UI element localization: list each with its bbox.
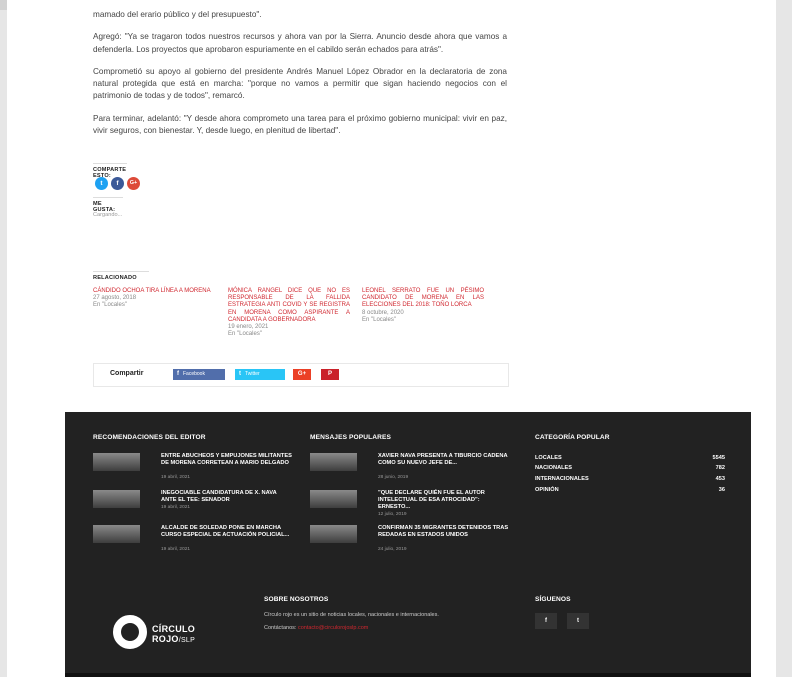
post-date: 12 julio, 2019 (378, 512, 407, 517)
post-title[interactable]: XAVIER NAVA PRESENTA A TIBURCIO CADENA C… (378, 453, 510, 467)
page: mamado del erario público y del presupue… (7, 0, 776, 677)
likes-heading: ME GUSTA: (93, 197, 123, 213)
google-share-button[interactable]: G+ (127, 177, 140, 190)
article-paragraph: Agregó: "Ya se tragaron todos nuestros r… (93, 32, 507, 54)
category-item[interactable]: OPINIÓN 36 (535, 487, 725, 497)
category-item[interactable]: NACIONALES 782 (535, 465, 725, 475)
pinterest-icon: P (327, 371, 332, 377)
contact-label: Contáctanos: (264, 624, 297, 631)
twitter-share-label: Twitter (245, 371, 260, 377)
logo-text-rojo: ROJO (152, 634, 179, 644)
category-name[interactable]: LOCALES (535, 455, 562, 461)
related-date: 27 agosto, 2018 (93, 295, 137, 302)
related-category: En "Locales" (362, 316, 396, 323)
related-date: 19 enero, 2021 (228, 324, 269, 331)
twitter-icon: t (100, 180, 103, 187)
editor-post[interactable]: ENTRE ABUCHEOS Y EMPUJONES MILITANTES DE… (93, 453, 292, 487)
post-thumbnail[interactable] (93, 453, 140, 471)
post-thumbnail[interactable] (93, 525, 140, 543)
category-count: 5545 (712, 455, 725, 461)
category-item[interactable]: LOCALES 5545 (535, 455, 725, 465)
google-share-bar-button[interactable]: G+ (293, 369, 311, 380)
about-heading: SOBRE NOSOTROS (264, 596, 329, 603)
category-item[interactable]: INTERNACIONALES 453 (535, 476, 725, 486)
facebook-share-label: Facebook (183, 371, 205, 377)
facebook-follow-button[interactable]: f (535, 613, 557, 629)
logo-text-suffix: /SLP (178, 637, 196, 644)
facebook-share-button[interactable]: f (111, 177, 124, 190)
twitter-icon: t (239, 371, 241, 377)
follow-heading: SÍGUENOS (535, 596, 571, 603)
likes-loading: Cargando... (93, 212, 123, 218)
facebook-icon: f (116, 180, 119, 187)
popular-post[interactable]: CONFIRMAN 35 MIGRANTES DETENIDOS TRAS RE… (310, 525, 508, 559)
category-count: 36 (718, 487, 725, 493)
post-title[interactable]: ALCALDE DE SOLEDAD PONE EN MARCHA CURSO … (161, 525, 293, 539)
category-count: 782 (715, 465, 725, 471)
logo-text-line1: CÍRCULO (152, 624, 196, 634)
post-date: 19 abril, 2021 (161, 505, 191, 510)
post-date: 19 abril, 2021 (161, 547, 191, 552)
post-date: 28 junio, 2019 (378, 475, 409, 480)
category-name[interactable]: OPINIÓN (535, 487, 559, 493)
related-heading: RELACIONADO (93, 271, 149, 281)
post-date: 19 abril, 2021 (161, 475, 191, 480)
twitter-share-bar-button[interactable]: t Twitter (235, 369, 285, 380)
twitter-icon: t (577, 618, 579, 624)
related-title[interactable]: MÓNICA RANGEL DICE QUE NO ES RESPONSABLE… (228, 288, 350, 324)
article-paragraph: mamado del erario público y del presupue… (93, 10, 262, 19)
share-bar: Compartir f Facebook t Twitter G+ P (93, 363, 509, 387)
post-date: 24 julio, 2019 (378, 547, 407, 552)
article-paragraph: Comprometió su apoyo al gobierno del pre… (93, 66, 507, 101)
site-footer: RECOMENDACIONES DEL EDITOR ENTRE ABUCHEO… (65, 412, 751, 677)
related-title[interactable]: LEONEL SERRATO FUE UN PÉSIMO CANDIDATO D… (362, 288, 484, 310)
contact-line: Contáctanos: contacto@circulorojoslp.com (264, 625, 464, 633)
category-name[interactable]: NACIONALES (535, 465, 572, 471)
contact-email[interactable]: contacto@circulorojoslp.com (298, 625, 368, 631)
twitter-share-button[interactable]: t (95, 177, 108, 190)
facebook-icon: f (177, 371, 179, 377)
popular-post[interactable]: XAVIER NAVA PRESENTA A TIBURCIO CADENA C… (310, 453, 507, 487)
category-heading: CATEGORÍA POPULAR (535, 434, 610, 441)
post-thumbnail[interactable] (310, 525, 357, 543)
about-text: Círculo rojo es un sitio de noticias loc… (264, 612, 464, 632)
facebook-share-bar-button[interactable]: f Facebook (173, 369, 225, 380)
post-title[interactable]: CONFIRMAN 35 MIGRANTES DETENIDOS TRAS RE… (378, 525, 510, 539)
related-item[interactable]: MÓNICA RANGEL DICE QUE NO ES RESPONSABLE… (228, 288, 350, 338)
category-name[interactable]: INTERNACIONALES (535, 476, 589, 482)
facebook-icon: f (545, 618, 547, 624)
google-plus-icon: G+ (297, 371, 307, 377)
editor-post[interactable]: ALCALDE DE SOLEDAD PONE EN MARCHA CURSO … (93, 525, 289, 559)
logo-icon[interactable] (113, 615, 147, 649)
post-title[interactable]: "QUE DECLARE QUIÉN FUE EL AUTOR INTELECT… (378, 490, 510, 510)
popular-heading: MENSAJES POPULARES (310, 434, 391, 441)
article-paragraph: Para terminar, adelantó: "Y desde ahora … (93, 113, 507, 136)
post-title[interactable]: ENTRE ABUCHEOS Y EMPUJONES MILITANTES DE… (161, 453, 293, 467)
post-thumbnail[interactable] (93, 490, 140, 508)
related-date: 8 octubre, 2020 (362, 309, 404, 316)
footer-bottom-bar (65, 673, 751, 677)
editor-heading: RECOMENDACIONES DEL EDITOR (93, 434, 206, 441)
related-category: En "Locales" (93, 302, 127, 309)
logo-text-line2: ROJO/SLP (152, 634, 195, 644)
post-thumbnail[interactable] (310, 490, 357, 508)
google-plus-icon: G+ (129, 180, 138, 186)
twitter-follow-button[interactable]: t (567, 613, 589, 629)
post-title[interactable]: INEGOCIABLE CANDIDATURA DE X. NAVA ANTE … (161, 490, 293, 504)
article-body: mamado del erario público y del presupue… (93, 0, 507, 147)
category-count: 453 (715, 476, 725, 482)
editor-post[interactable]: INEGOCIABLE CANDIDATURA DE X. NAVA ANTE … (93, 490, 277, 524)
about-description: Círculo rojo es un sitio de noticias loc… (264, 612, 439, 618)
related-title[interactable]: CÁNDIDO OCHOA TIRA LÍNEA A MORENA (93, 288, 215, 295)
related-item[interactable]: LEONEL SERRATO FUE UN PÉSIMO CANDIDATO D… (362, 288, 484, 324)
share-bar-label: Compartir (110, 370, 144, 377)
popular-post[interactable]: "QUE DECLARE QUIÉN FUE EL AUTOR INTELECT… (310, 490, 485, 524)
related-item[interactable]: CÁNDIDO OCHOA TIRA LÍNEA A MORENA 27 ago… (93, 288, 215, 310)
related-category: En "Locales" (228, 331, 262, 338)
pinterest-share-bar-button[interactable]: P (321, 369, 339, 380)
post-thumbnail[interactable] (310, 453, 357, 471)
